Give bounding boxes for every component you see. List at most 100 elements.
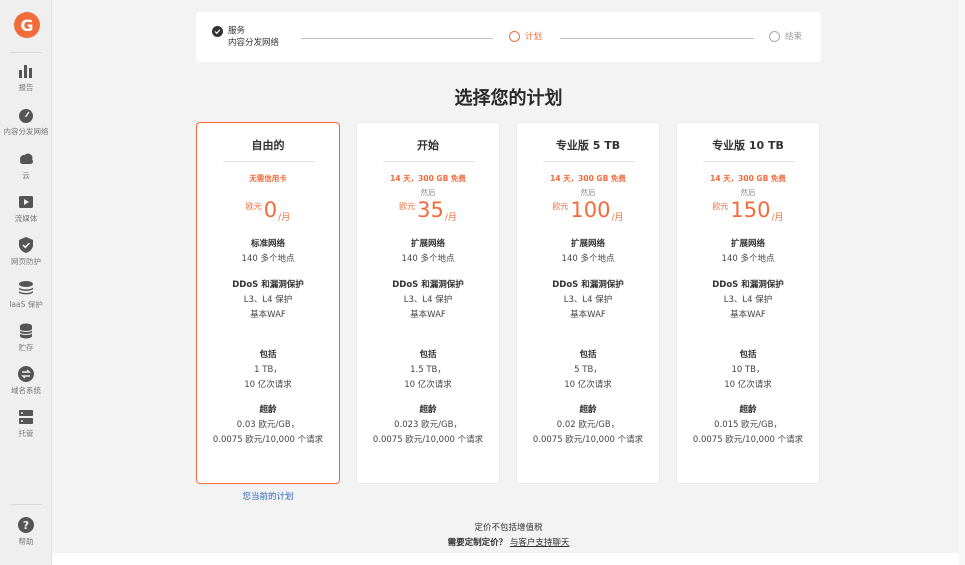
shield-icon	[19, 237, 33, 253]
feature-title: DDoS 和漏洞保护	[712, 280, 784, 290]
feature-title: DDoS 和漏洞保护	[232, 280, 304, 290]
plan-name: 专业版 5 TB	[555, 139, 621, 152]
server-icon	[19, 410, 33, 424]
step-title: 服务	[228, 26, 246, 36]
price-unit: /月	[444, 213, 457, 223]
included-feature: 包括 5 TB， 10 亿次请求	[517, 348, 659, 393]
network-feature: 扩展网络 140 多个地点	[677, 237, 819, 267]
sidebar-item-dns[interactable]: 域名系统	[0, 365, 52, 396]
plan-name: 专业版 10 TB	[712, 139, 784, 152]
progress-stepper: 服务 内容分发网络 计划 结束	[196, 12, 821, 62]
scrollbar[interactable]	[959, 0, 965, 565]
feature-line: 10 亿次请求	[404, 380, 452, 390]
feature-title: 包括	[259, 350, 277, 360]
overage-feature: 超龄 0.015 欧元/GB， 0.0075 欧元/10,000 个请求	[677, 403, 819, 448]
sidebar-item-storage[interactable]: 贮存	[0, 322, 52, 353]
chat-support-link[interactable]: 与客户支持聊天	[510, 538, 570, 548]
sidebar-item-streaming[interactable]: 流媒体	[0, 193, 52, 224]
swap-icon	[18, 366, 34, 382]
feature-line: L3、L4 保护	[243, 295, 293, 305]
divider	[543, 161, 635, 162]
sidebar-item-cdn[interactable]: 内容分发网络	[0, 106, 52, 137]
price-unit: /月	[278, 213, 291, 223]
price-currency: 欧元	[399, 202, 416, 211]
price-amount: 150	[730, 198, 771, 222]
divider	[383, 161, 475, 162]
current-plan-link[interactable]: 您当前的计划	[196, 490, 340, 502]
network-feature: 扩展网络 140 多个地点	[357, 237, 499, 267]
plan-offer: 无需信用卡	[249, 174, 287, 183]
sidebar-item-help[interactable]: ? 帮助	[0, 516, 52, 547]
step-connector	[301, 38, 493, 39]
included-feature: 包括 10 TB， 10 亿次请求	[677, 348, 819, 393]
page-title: 选择您的计划	[454, 88, 563, 109]
logo-icon[interactable]: G	[14, 12, 40, 38]
sidebar-item-label: 域名系统	[11, 386, 41, 395]
feature-line: 基本WAF	[730, 310, 766, 320]
included-feature: 包括 1.5 TB， 10 亿次请求	[357, 348, 499, 393]
step-service[interactable]: 服务 内容分发网络	[212, 25, 279, 49]
plan-card[interactable]: 专业版 5 TB 14 天，300 GB 免费 然后 欧元 100 /月 扩展网…	[516, 122, 660, 484]
plan-then: 然后	[580, 188, 596, 197]
feature-title: 超龄	[579, 405, 597, 415]
step-title: 计划	[525, 32, 543, 42]
sidebar-item-reports[interactable]: 报告	[0, 62, 52, 93]
price-unit: /月	[771, 213, 784, 223]
custom-pricing-row: 需要定制定价？ 与客户支持聊天	[196, 536, 821, 548]
current-step-icon	[509, 31, 520, 42]
overage-feature: 超龄 0.023 欧元/GB， 0.0075 欧元/10,000 个请求	[357, 403, 499, 448]
step-finish: 结束	[769, 31, 802, 43]
bottom-panel	[52, 553, 959, 565]
feature-line: L3、L4 保护	[563, 295, 613, 305]
sidebar-item-hosting[interactable]: 托管	[0, 408, 52, 439]
feature-line: 1.5 TB，	[410, 365, 446, 375]
plan-price: 欧元 35 /月	[357, 198, 499, 223]
feature-line: 0.0075 欧元/10,000 个请求	[532, 435, 644, 445]
included-feature: 包括 1 TB， 10 亿次请求	[197, 348, 339, 393]
sidebar-item-label: IaaS 保护	[9, 300, 43, 309]
plan-price: 欧元 0 /月	[197, 198, 339, 223]
feature-line: 0.0075 欧元/10,000 个请求	[372, 435, 484, 445]
price-currency: 欧元	[712, 202, 729, 211]
sidebar-item-label: 帮助	[18, 537, 34, 546]
sidebar-item-web-protection[interactable]: 网页防护	[0, 236, 52, 267]
feature-line: 10 亿次请求	[724, 380, 772, 390]
speedometer-icon	[19, 109, 33, 123]
price-unit: /月	[611, 213, 624, 223]
feature-title: 超龄	[739, 405, 757, 415]
ddos-feature: DDoS 和漏洞保护 L3、L4 保护 基本WAF	[677, 278, 819, 323]
feature-title: 超龄	[419, 405, 437, 415]
feature-title: 扩展网络	[570, 239, 605, 249]
question-icon: ?	[18, 517, 34, 533]
feature-title: 扩展网络	[730, 239, 765, 249]
plan-price: 欧元 150 /月	[677, 198, 819, 223]
plan-card[interactable]: 自由的 无需信用卡 欧元 0 /月 标准网络 140 多个地点 DDoS 和漏洞…	[196, 122, 340, 484]
plan-card[interactable]: 开始 14 天，300 GB 免费 然后 欧元 35 /月 扩展网络 140 多…	[356, 122, 500, 484]
price-amount: 100	[570, 198, 611, 222]
sidebar: G 报告 内容分发网络 云 流媒体 网页防护 IaaS 保护 贮存 域名系统 托…	[0, 0, 52, 565]
sidebar-item-iaas[interactable]: IaaS 保护	[0, 279, 52, 310]
step-title: 结束	[785, 32, 803, 42]
feature-title: 超龄	[259, 405, 277, 415]
feature-line: 0.03 欧元/GB，	[236, 420, 300, 430]
sidebar-item-label: 流媒体	[14, 214, 38, 223]
layers-icon	[19, 281, 33, 295]
feature-title: DDoS 和漏洞保护	[552, 280, 624, 290]
plan-then: 然后	[740, 188, 756, 197]
sidebar-item-label: 贮存	[18, 343, 34, 352]
ddos-feature: DDoS 和漏洞保护 L3、L4 保护 基本WAF	[357, 278, 499, 323]
sidebar-item-cloud[interactable]: 云	[0, 150, 52, 181]
feature-line: 10 亿次请求	[564, 380, 612, 390]
price-amount: 35	[417, 198, 444, 222]
divider	[703, 161, 795, 162]
feature-line: 0.02 欧元/GB，	[556, 420, 620, 430]
sidebar-item-label: 网页防护	[11, 257, 41, 266]
plan-price: 欧元 100 /月	[517, 198, 659, 223]
step-connector	[560, 38, 754, 39]
plan-offer: 14 天，300 GB 免费	[390, 174, 466, 183]
plan-then: 然后	[420, 188, 436, 197]
network-feature: 标准网络 140 多个地点	[197, 237, 339, 267]
plan-card[interactable]: 专业版 10 TB 14 天，300 GB 免费 然后 欧元 150 /月 扩展…	[676, 122, 820, 484]
feature-line: 0.0075 欧元/10,000 个请求	[212, 435, 324, 445]
price-currency: 欧元	[552, 202, 569, 211]
